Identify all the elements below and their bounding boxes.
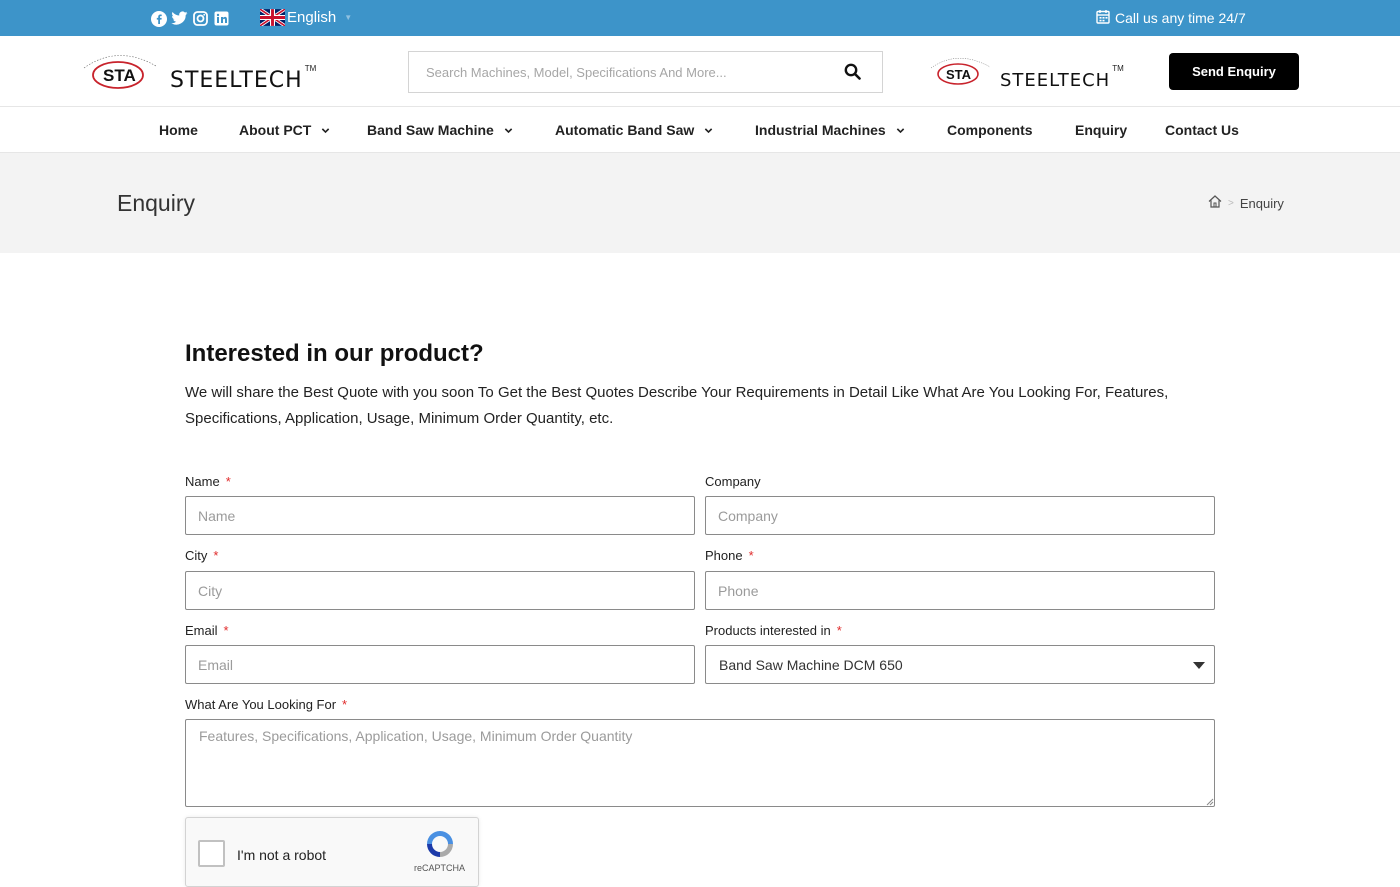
label-text: Phone [705, 548, 743, 563]
recaptcha-logo-icon [427, 831, 453, 857]
nav-item-automatic-band-saw[interactable]: Automatic Band Saw [555, 122, 713, 138]
site-logo[interactable]: STA STEELTECH TM [80, 50, 316, 97]
recaptcha-brand: reCAPTCHA [414, 863, 466, 873]
nav-label: Automatic Band Saw [555, 122, 695, 138]
required-mark: * [836, 623, 842, 638]
recaptcha-checkbox[interactable] [198, 840, 225, 867]
company-input[interactable] [705, 496, 1215, 535]
page-title: Enquiry [117, 190, 195, 216]
breadcrumb: > Enquiry [1208, 195, 1284, 211]
search-bar [408, 51, 883, 93]
intro-text: We will share the Best Quote with you so… [185, 384, 1169, 427]
nav-label: About PCT [239, 122, 312, 138]
nav-item-industrial-machines[interactable]: Industrial Machines [755, 122, 905, 138]
email-input[interactable] [185, 645, 695, 684]
nav-label: Band Saw Machine [367, 122, 494, 138]
phone-input[interactable] [705, 571, 1215, 610]
chevron-down-icon [322, 127, 330, 133]
send-enquiry-button[interactable]: Send Enquiry [1169, 53, 1299, 90]
required-mark: * [748, 548, 754, 563]
top-bar: English ▼ Call us any time 24/7 [0, 0, 1400, 36]
recaptcha-widget: I'm not a robot reCAPTCHA [185, 817, 479, 887]
products-label: Products interested in * [705, 623, 842, 638]
required-mark: * [213, 548, 219, 563]
home-icon[interactable] [1208, 195, 1222, 211]
caret-down-icon [1193, 662, 1205, 669]
language-label: English [287, 9, 337, 26]
trademark-right: TM [1112, 64, 1124, 73]
main-nav: Home About PCT Band Saw Machine Automati… [0, 107, 1400, 153]
nav-label: Components [947, 122, 1033, 138]
nav-item-enquiry[interactable]: Enquiry [1075, 122, 1127, 138]
sta-logo-text: STA [103, 66, 136, 85]
label-text: Name [185, 474, 220, 489]
social-links [150, 10, 230, 27]
nav-label: Contact Us [1165, 122, 1239, 138]
required-mark: * [225, 474, 231, 489]
brand-name: STEELTECH [170, 68, 303, 93]
call-info: Call us any time 24/7 [1096, 9, 1246, 27]
instagram-icon[interactable] [192, 10, 209, 27]
nav-item-contact-us[interactable]: Contact Us [1165, 122, 1239, 138]
brand-name-right: STEELTECH [1000, 70, 1111, 91]
sta-logo-text-right: STA [946, 67, 972, 82]
facebook-icon[interactable] [150, 10, 167, 27]
label-text: Company [705, 474, 761, 489]
search-icon[interactable] [844, 63, 862, 81]
required-mark: * [223, 623, 229, 638]
phone-label: Phone * [705, 548, 754, 563]
city-label: City * [185, 548, 218, 563]
chevron-down-icon: ▼ [344, 13, 353, 22]
search-input[interactable] [409, 52, 829, 92]
partner-logo: STA STEELTECH TM [928, 54, 1124, 93]
twitter-icon[interactable] [171, 10, 188, 27]
email-label: Email * [185, 623, 229, 638]
nav-item-band-saw-machine[interactable]: Band Saw Machine [367, 122, 513, 138]
nav-label: Industrial Machines [755, 122, 886, 138]
city-input[interactable] [185, 571, 695, 610]
selected-product: Band Saw Machine DCM 650 [719, 656, 903, 673]
section-heading: Interested in our product? [185, 340, 484, 367]
breadcrumb-current: Enquiry [1239, 195, 1284, 211]
page-title-band: Enquiry > Enquiry [0, 153, 1400, 253]
chevron-down-icon [504, 127, 513, 133]
nav-label: Enquiry [1075, 122, 1128, 138]
site-header: STA STEELTECH TM STA STEELTECH TM Send E… [0, 36, 1400, 107]
label-text: What Are You Looking For [185, 697, 337, 712]
looking-for-label: What Are You Looking For * [185, 697, 347, 712]
label-text: Email [185, 623, 218, 638]
label-text: Products interested in [705, 623, 831, 638]
chevron-down-icon [705, 127, 713, 133]
linkedin-icon[interactable] [213, 10, 230, 27]
sta-logo-badge-right: STA [928, 54, 994, 93]
required-mark: * [342, 697, 348, 712]
looking-for-textarea[interactable] [185, 719, 1215, 807]
nav-label: Home [159, 122, 198, 138]
language-selector[interactable]: English ▼ [259, 7, 353, 28]
products-select[interactable]: Band Saw Machine DCM 650 [705, 645, 1215, 684]
label-text: City [185, 548, 208, 563]
trademark: TM [304, 64, 317, 73]
resize-handle-icon[interactable] [1205, 797, 1214, 806]
sta-logo-badge: STA [80, 50, 162, 97]
chevron-down-icon [896, 127, 904, 133]
nav-item-home[interactable]: Home [159, 122, 198, 138]
uk-flag-icon [259, 7, 286, 28]
company-label: Company [705, 474, 761, 489]
calendar-icon [1096, 9, 1110, 27]
call-text: Call us any time 24/7 [1115, 10, 1246, 26]
nav-item-about[interactable]: About PCT [239, 122, 330, 138]
name-input[interactable] [185, 496, 695, 535]
breadcrumb-separator: > [1228, 197, 1234, 209]
name-label: Name * [185, 474, 231, 489]
recaptcha-label: I'm not a robot [237, 847, 327, 863]
nav-item-components[interactable]: Components [947, 122, 1033, 138]
